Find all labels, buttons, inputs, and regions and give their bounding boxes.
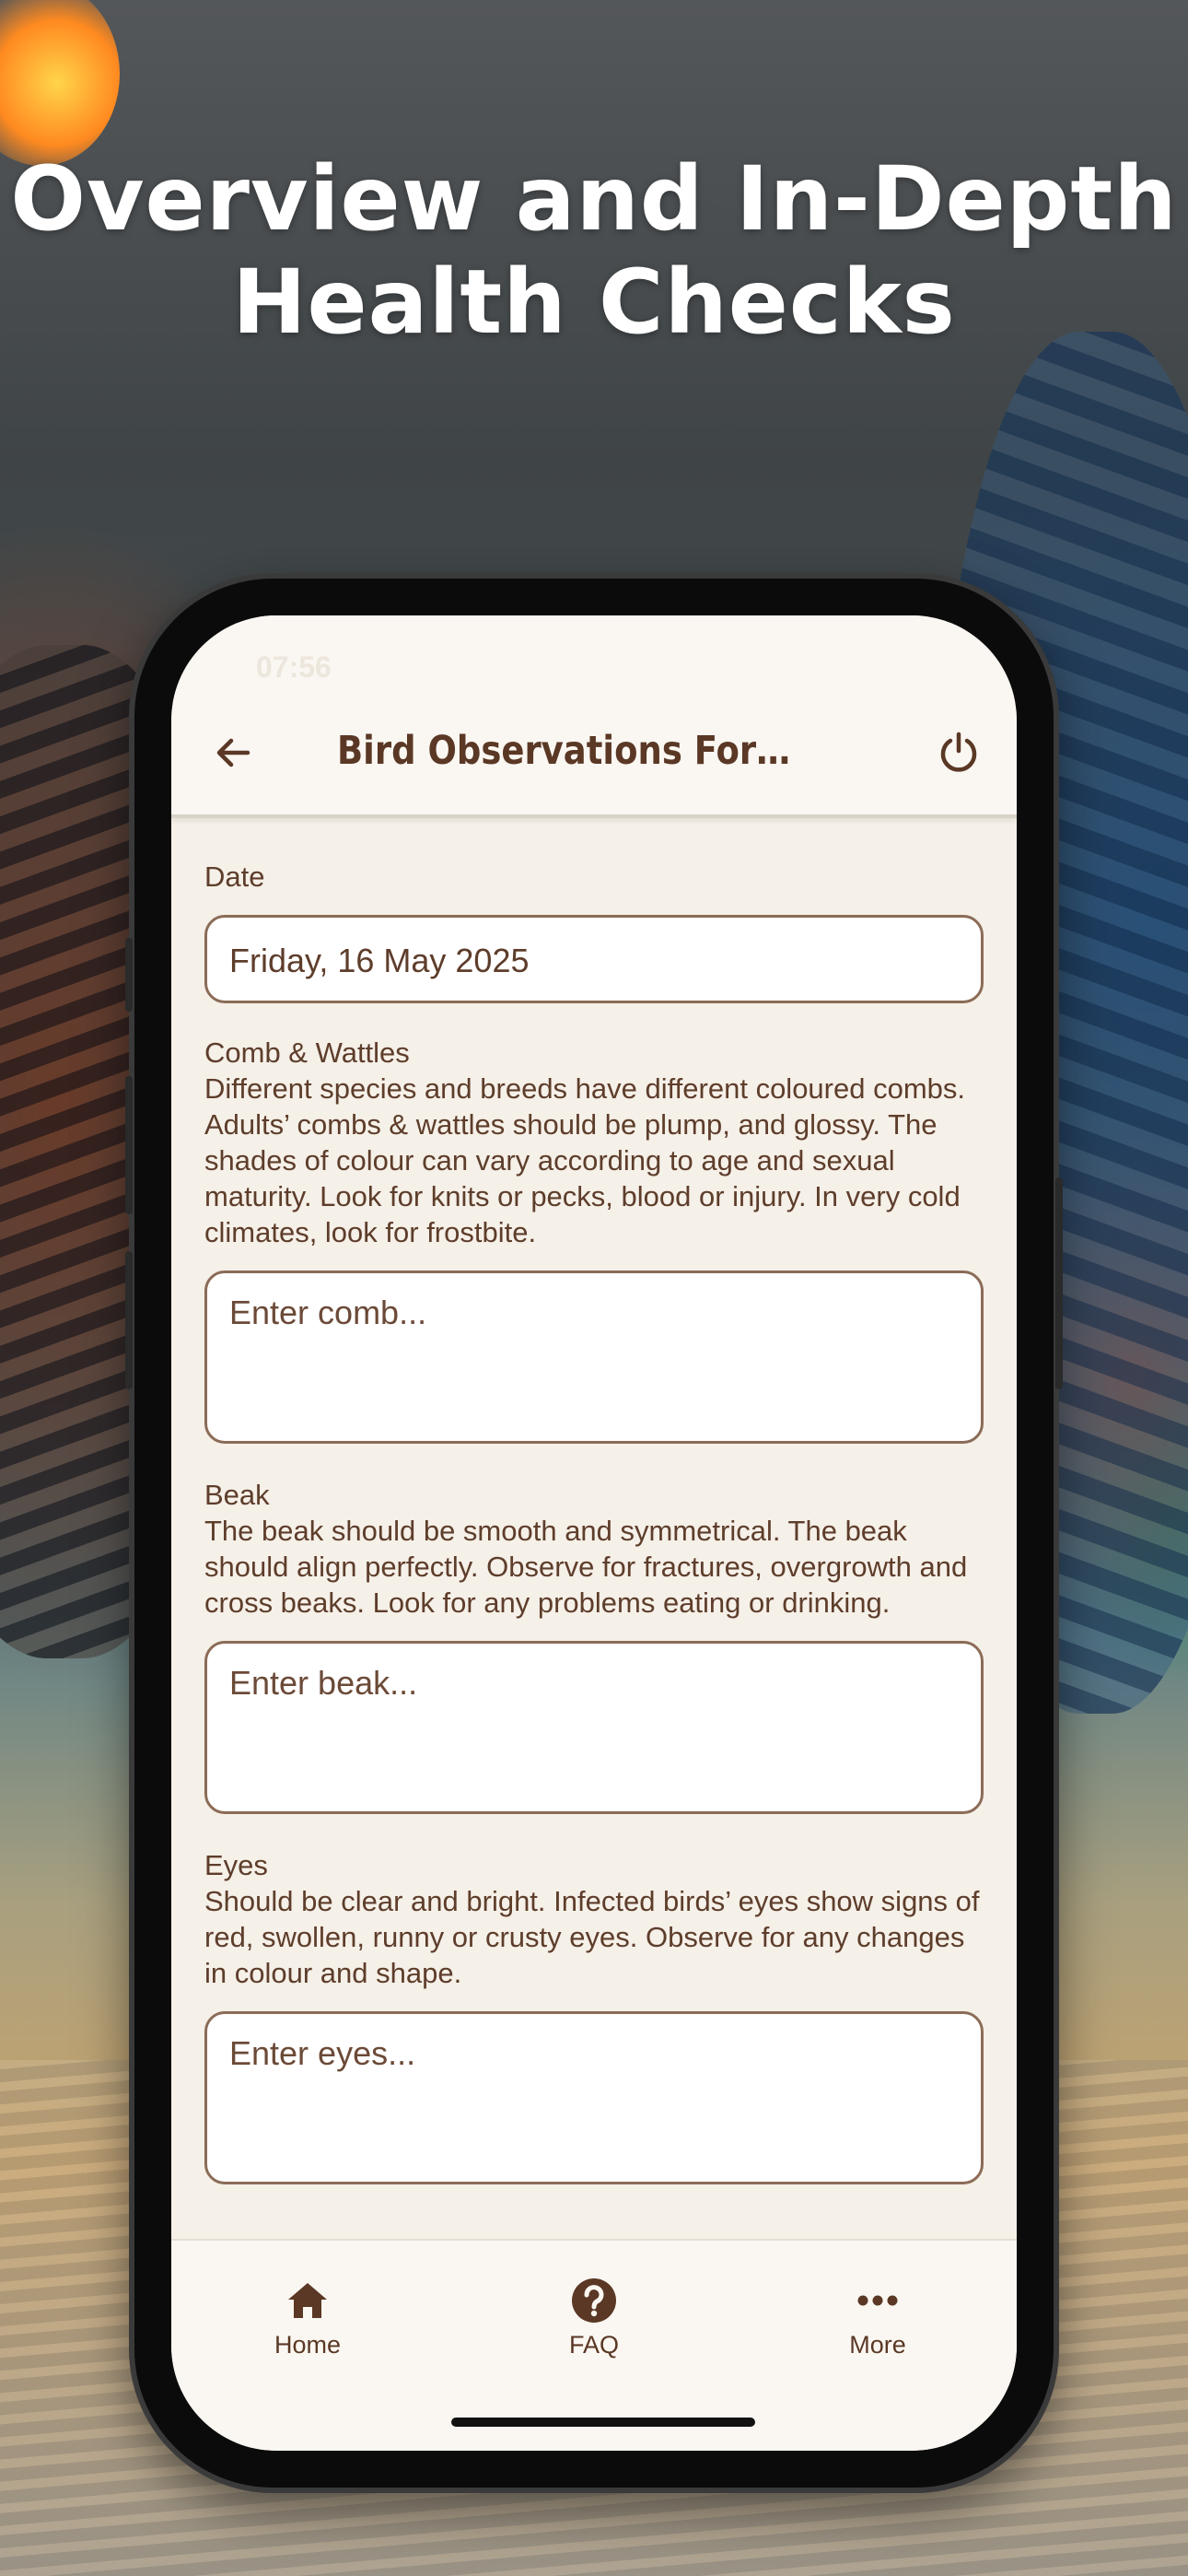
back-button[interactable]: [201, 720, 265, 785]
phone-frame: 07:56 Bird Observations Form 2024... Dat…: [125, 579, 1063, 2488]
page-title: Bird Observations Form 2024...: [337, 728, 797, 774]
form-content: Date Friday, 16 May 2025 Comb & Wattles …: [204, 814, 984, 2184]
nav-faq-label: FAQ: [568, 2331, 619, 2359]
comb-description: Different species and breeds have differ…: [204, 1072, 966, 1248]
rooster-comb-shape: [0, 0, 120, 166]
nav-home[interactable]: Home: [215, 2277, 400, 2359]
comb-label: Comb & Wattles: [204, 1036, 410, 1069]
nav-faq[interactable]: FAQ: [502, 2277, 686, 2359]
comb-placeholder: Enter comb...: [229, 1294, 427, 1331]
volume-up-button: [125, 1076, 133, 1214]
arrow-left-icon: [216, 738, 250, 767]
eyes-input[interactable]: Enter eyes...: [204, 2011, 984, 2184]
status-bar: 07:56: [171, 615, 1017, 689]
power-icon: [940, 732, 977, 772]
nav-more-label: More: [849, 2331, 906, 2359]
volume-down-button: [125, 1251, 133, 1389]
mute-switch: [125, 938, 133, 1012]
app-bar: Bird Observations Form 2024...: [171, 689, 1017, 818]
home-indicator[interactable]: [451, 2418, 755, 2427]
side-power-button: [1055, 1177, 1063, 1389]
date-field[interactable]: Friday, 16 May 2025: [204, 915, 984, 1003]
date-label: Date: [204, 861, 265, 893]
eyes-description: Should be clear and bright. Infected bir…: [204, 1885, 980, 1989]
more-dots-icon: [857, 2295, 898, 2306]
promo-headline: Overview and In-Depth Health Checks: [0, 147, 1188, 354]
beak-placeholder: Enter beak...: [229, 1664, 418, 1702]
headline-line-2: Health Checks: [232, 251, 956, 354]
logout-button[interactable]: [926, 720, 991, 785]
help-circle-icon: [572, 2278, 616, 2323]
beak-description: The beak should be smooth and symmetrica…: [204, 1515, 968, 1619]
beak-label: Beak: [204, 1479, 270, 1511]
bottom-navigation: Home FAQ More: [171, 2239, 1017, 2451]
headline-line-1: Overview and In-Depth: [10, 147, 1178, 251]
nav-more[interactable]: More: [786, 2277, 970, 2359]
nav-home-label: Home: [274, 2331, 342, 2359]
phone-screen: 07:56 Bird Observations Form 2024... Dat…: [171, 615, 1017, 2451]
date-value: Friday, 16 May 2025: [229, 942, 530, 979]
beak-input[interactable]: Enter beak...: [204, 1641, 984, 1814]
status-time: 07:56: [256, 650, 332, 684]
home-icon: [288, 2283, 327, 2318]
eyes-label: Eyes: [204, 1849, 268, 1881]
comb-input[interactable]: Enter comb...: [204, 1270, 984, 1444]
eyes-placeholder: Enter eyes...: [229, 2034, 416, 2072]
